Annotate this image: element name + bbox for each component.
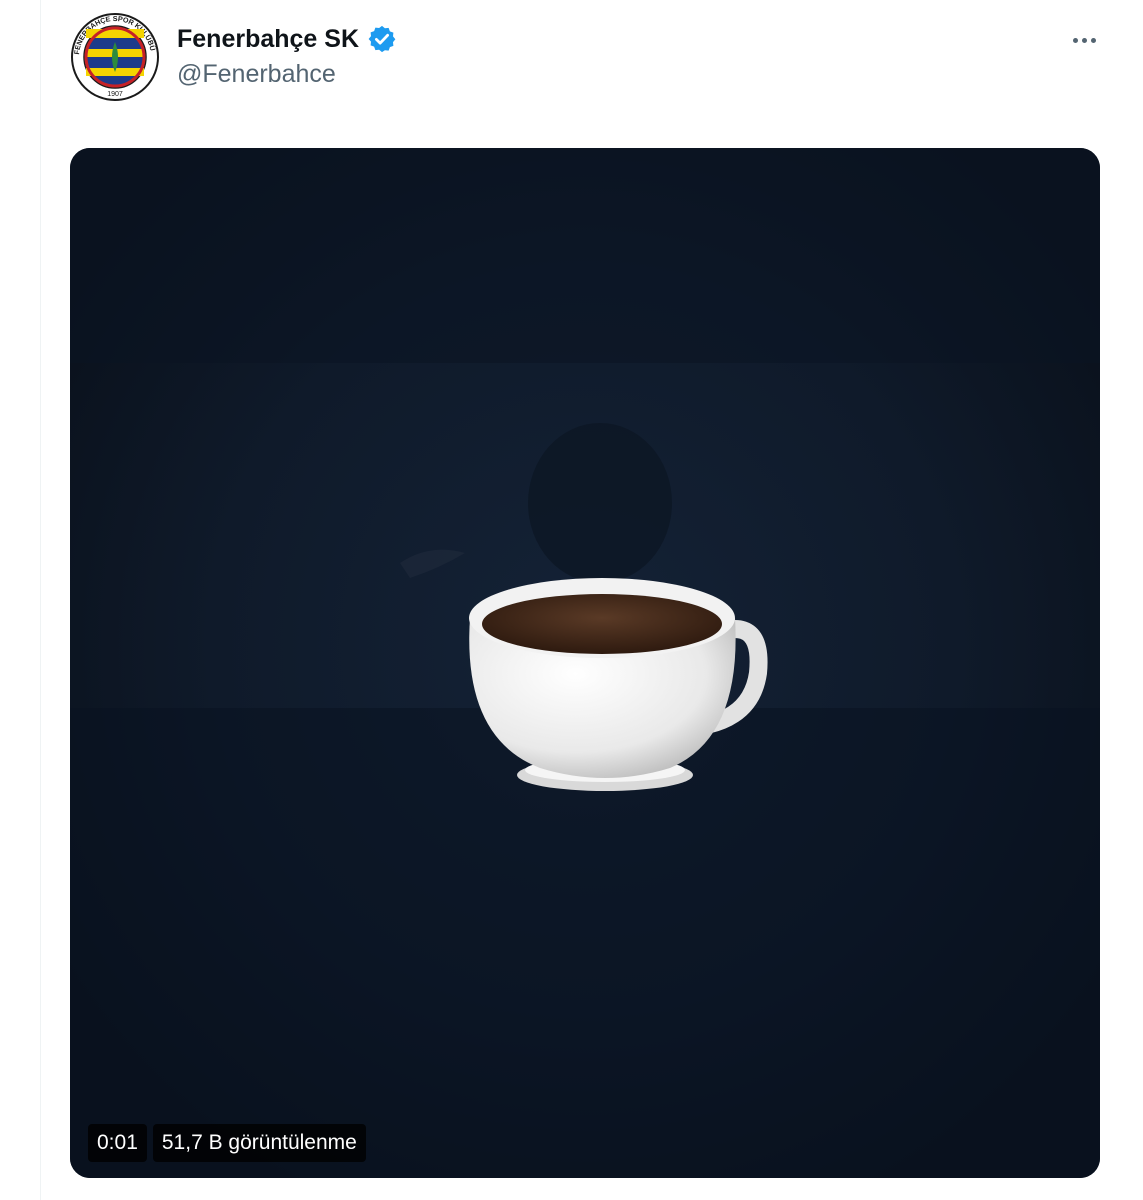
video-player[interactable]	[70, 148, 1100, 1178]
background-beam	[70, 148, 1100, 363]
user-handle[interactable]: @Fenerbahce	[177, 60, 336, 89]
more-options-icon[interactable]	[1066, 30, 1102, 50]
more-dot	[1081, 37, 1087, 43]
fenerbahce-logo-icon: FENERBAHÇE SPOR KULÜBÜ 1907	[71, 13, 159, 101]
more-dot	[1072, 37, 1078, 43]
video-overlay: 0:01 51,7 B görüntülenme	[88, 1124, 366, 1162]
club-logo-avatar[interactable]: FENERBAHÇE SPOR KULÜBÜ 1907	[70, 12, 160, 102]
verified-badge-icon	[368, 25, 396, 53]
video-time: 0:01	[88, 1124, 147, 1162]
view-count: 51,7 B görüntülenme	[152, 1124, 366, 1162]
svg-text:1907: 1907	[107, 91, 123, 98]
more-dot	[1090, 37, 1096, 43]
display-name-text: Fenerbahçe SK	[177, 24, 360, 53]
video-frame	[70, 148, 1100, 1178]
display-name[interactable]: Fenerbahçe SK	[177, 24, 397, 54]
background-silhouette	[528, 423, 672, 583]
